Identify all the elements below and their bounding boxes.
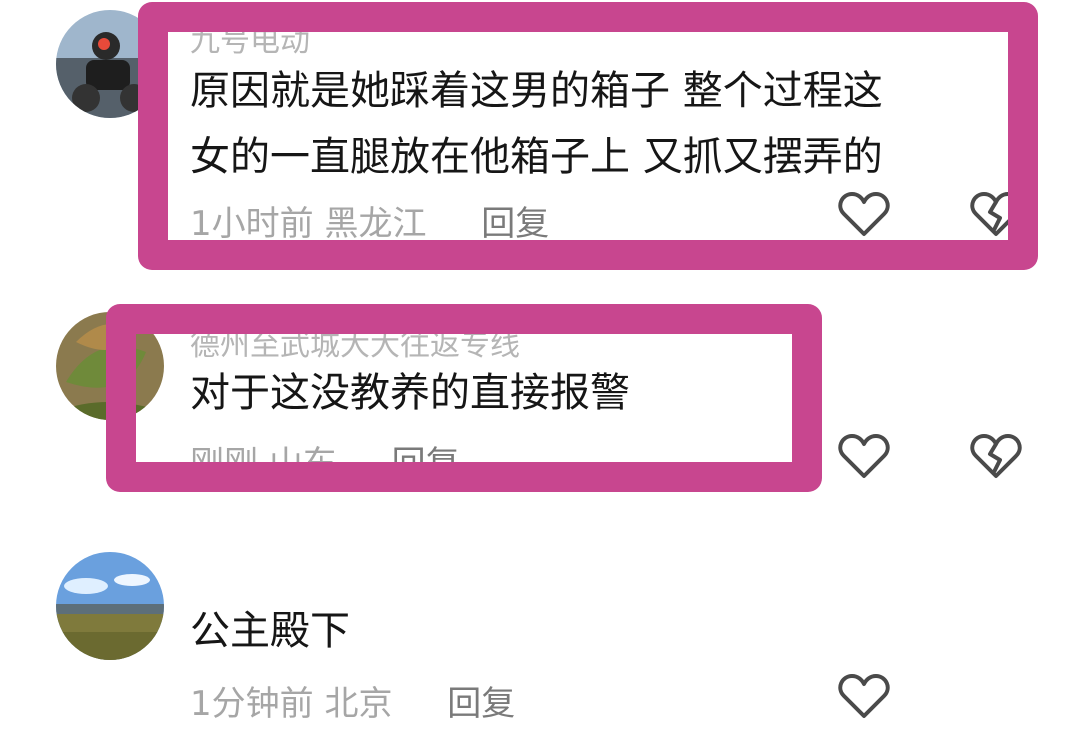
comment-time: 刚刚 <box>190 444 258 484</box>
comment-username[interactable]: 德州至武城大大往返专线 <box>190 320 520 364</box>
heart-outline-icon[interactable] <box>838 432 890 480</box>
broken-heart-icon[interactable] <box>970 432 1022 480</box>
comment-username[interactable]: 九号电动 <box>190 16 310 60</box>
heart-outline-icon[interactable] <box>838 672 890 720</box>
comment-item: 九号电动 原因就是她踩着这男的箱子 整个过程这 女的一直腿放在他箱子上 又抓又摆… <box>0 0 1080 270</box>
comment-item: 公主殿下 1分钟前 北京 回复 <box>0 540 1080 732</box>
reply-button[interactable]: 回复 <box>392 444 460 484</box>
comment-text-line: 公主殿下 <box>190 608 350 654</box>
reply-button[interactable]: 回复 <box>481 204 549 244</box>
comment-meta: 1小时前 黑龙江 回复 <box>190 196 549 245</box>
comment-item: 德州至武城大大往返专线 对于这没教养的直接报警 刚刚 山东 回复 <box>0 300 1080 500</box>
comment-text-line: 女的一直腿放在他箱子上 又抓又摆弄的 <box>190 134 883 180</box>
avatar[interactable] <box>56 312 164 420</box>
broken-heart-icon[interactable] <box>970 190 1022 238</box>
comment-text-line: 对于这没教养的直接报警 <box>190 370 630 416</box>
comment-location: 北京 <box>324 684 393 724</box>
avatar[interactable] <box>56 552 164 660</box>
comment-location: 山东 <box>268 444 337 484</box>
comment-meta: 1分钟前 北京 回复 <box>190 676 515 725</box>
comment-time: 1小时前 <box>190 204 314 244</box>
reply-button[interactable]: 回复 <box>447 684 515 724</box>
comment-location: 黑龙江 <box>324 204 427 244</box>
comment-time: 1分钟前 <box>190 684 314 724</box>
heart-outline-icon[interactable] <box>838 190 890 238</box>
comment-text-line: 原因就是她踩着这男的箱子 整个过程这 <box>190 68 883 114</box>
comment-meta: 刚刚 山东 回复 <box>190 436 460 485</box>
avatar[interactable] <box>56 10 164 118</box>
